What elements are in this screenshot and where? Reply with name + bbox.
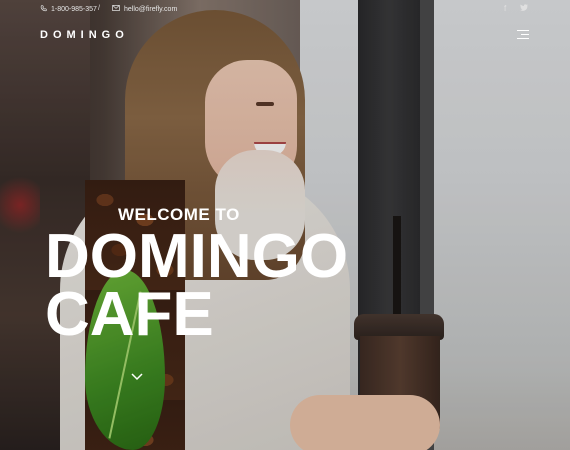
hero-title-line2: CAFE [45, 280, 214, 349]
mail-icon [112, 5, 120, 13]
top-contact-bar: 1-800-985-357 / hello@firefly.com f [0, 0, 570, 20]
twitter-icon[interactable] [520, 4, 528, 13]
phone-number: 1-800-985-357 [51, 6, 97, 13]
hamburger-menu-icon[interactable] [517, 30, 529, 39]
facebook-icon[interactable]: f [504, 4, 506, 13]
hero-title-line1: DOMINGO [45, 222, 349, 291]
contact-separator: / [98, 5, 100, 12]
email-contact[interactable]: hello@firefly.com [112, 5, 177, 13]
phone-contact[interactable]: 1-800-985-357 [40, 5, 97, 14]
phone-icon [40, 5, 47, 14]
site-logo[interactable]: DOMINGO [40, 29, 129, 41]
chevron-down-icon[interactable] [131, 368, 143, 381]
hero-section: 1-800-985-357 / hello@firefly.com f DOMI… [0, 0, 570, 450]
email-address: hello@firefly.com [124, 5, 178, 13]
